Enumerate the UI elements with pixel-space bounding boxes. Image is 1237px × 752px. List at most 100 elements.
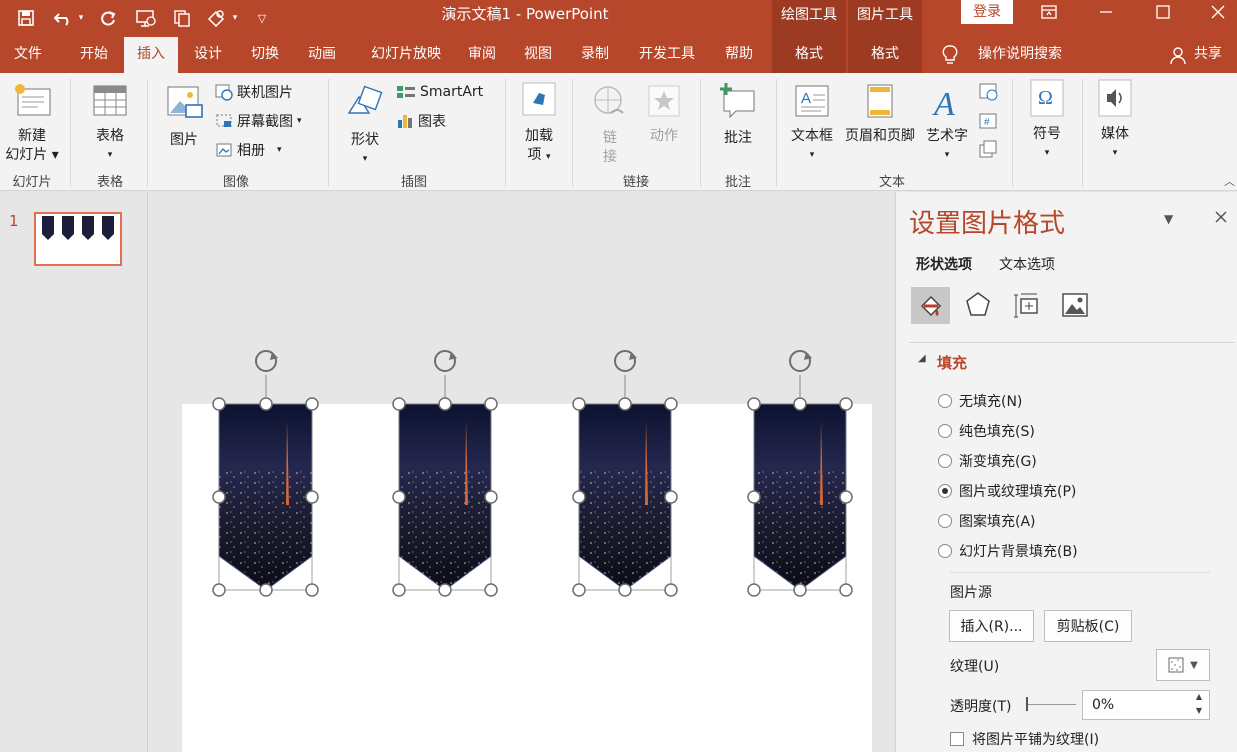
tab-home[interactable]: 开始 [66,37,122,73]
copy-format-icon[interactable] [170,5,194,31]
tab-drawing-format[interactable]: 格式 [772,37,846,73]
share-button[interactable]: 共享 [1188,37,1228,73]
tell-me-search[interactable]: 操作说明搜索 [970,37,1070,73]
resize-handle[interactable] [664,490,678,504]
screenshot-button[interactable]: 屏幕截图 ▾ [215,110,302,132]
online-pictures-button[interactable]: 联机图片 [215,81,293,103]
maximize-icon[interactable] [1141,0,1185,24]
resize-handle[interactable] [747,397,761,411]
rotate-handle-icon[interactable] [614,350,637,372]
fill-line-icon[interactable] [911,287,950,324]
fill-section-collapse-icon[interactable]: ◢ [918,353,926,364]
effects-pentagon-icon[interactable] [965,291,991,323]
resize-handle[interactable] [305,490,319,504]
resize-handle[interactable] [438,583,452,597]
fill-section-header[interactable]: 填充 [937,352,967,373]
pennant-shape-3[interactable] [572,350,678,597]
resize-handle[interactable] [392,490,406,504]
photo-album-button[interactable]: 相册 ▾ [215,139,282,161]
transparency-slider-track[interactable] [1028,704,1076,705]
close-window-icon[interactable] [1196,0,1237,24]
undo-icon[interactable] [52,5,76,31]
resize-handle[interactable] [392,583,406,597]
new-slide-button[interactable]: 新建 幻灯片 ▾ [4,83,60,165]
rotate-handle-icon[interactable] [789,350,812,372]
radio-slide-background-fill[interactable]: 幻灯片背景填充(B) [938,541,1078,561]
customize-toolbar-icon[interactable]: ▽ [250,5,274,31]
tab-review[interactable]: 审阅 [458,37,506,73]
spin-down-icon[interactable]: ▼ [1196,706,1202,715]
spin-up-icon[interactable]: ▲ [1196,692,1202,701]
slideshow-from-start-icon[interactable] [134,5,158,31]
clipboard-button[interactable]: 剪贴板(C) [1044,610,1132,642]
shapes-quick-icon[interactable] [204,5,228,31]
radio-pattern-fill[interactable]: 图案填充(A) [938,511,1036,531]
slide-number-icon[interactable]: # [978,111,998,135]
tab-view[interactable]: 视图 [514,37,562,73]
tab-picture-format[interactable]: 格式 [848,37,922,73]
texture-picker[interactable]: ▼ [1156,649,1210,681]
resize-handle[interactable] [664,397,678,411]
resize-handle[interactable] [664,583,678,597]
wordart-button[interactable]: A 艺术字 ▾ [922,83,972,165]
resize-handle[interactable] [618,583,632,597]
date-time-icon[interactable] [978,81,998,105]
save-icon[interactable] [14,5,38,31]
pennant-shape-2[interactable] [392,350,498,597]
slide-thumbnail[interactable] [34,212,122,266]
resize-handle[interactable] [839,490,853,504]
comment-button[interactable]: 批注 [714,81,762,148]
resize-handle[interactable] [212,583,226,597]
shapes-dropdown-icon[interactable]: ▾ [228,5,242,31]
resize-handle[interactable] [438,397,452,411]
tab-insert[interactable]: 插入 [124,37,178,73]
tab-slideshow[interactable]: 幻灯片放映 [358,37,454,73]
transparency-value[interactable]: 0% [1092,697,1114,713]
resize-handle[interactable] [839,397,853,411]
resize-handle[interactable] [618,397,632,411]
tab-design[interactable]: 设计 [182,37,234,73]
addins-button[interactable]: 加载 项 ▾ [514,81,564,167]
resize-handle[interactable] [305,397,319,411]
login-button[interactable]: 登录 [961,0,1013,24]
resize-handle[interactable] [392,397,406,411]
tab-text-options[interactable]: 文本选项 [999,254,1055,274]
radio-no-fill[interactable]: 无填充(N) [938,391,1022,411]
chart-button[interactable]: 图表 [396,110,446,132]
table-button[interactable]: 表格 ▾ [84,83,136,165]
smartart-button[interactable]: SmartArt [396,81,483,103]
resize-handle[interactable] [484,490,498,504]
ribbon-display-options-icon[interactable] [1027,0,1071,24]
media-button[interactable]: 媒体 ▾ [1092,79,1138,163]
redo-icon[interactable] [96,5,120,31]
tab-file[interactable]: 文件 [4,37,52,73]
collapse-ribbon-icon[interactable]: ︿ [1224,173,1235,189]
resize-handle[interactable] [572,490,586,504]
radio-picture-texture-fill[interactable]: 图片或纹理填充(P) [938,481,1076,501]
link-button[interactable]: 链 接 [588,83,632,167]
object-icon[interactable] [978,139,998,163]
action-button[interactable]: 动作 [642,83,686,146]
rotate-handle-icon[interactable] [434,350,457,372]
pane-options-dropdown-icon[interactable]: ▼ [1164,212,1173,226]
resize-handle[interactable] [572,583,586,597]
undo-dropdown-icon[interactable]: ▾ [74,5,88,31]
picture-button[interactable]: 图片 [160,83,208,150]
resize-handle[interactable] [747,583,761,597]
pennant-shape-1[interactable] [212,350,319,597]
insert-picture-button[interactable]: 插入(R)... [949,610,1034,642]
resize-handle[interactable] [572,397,586,411]
tab-transitions[interactable]: 切换 [238,37,292,73]
tab-shape-options[interactable]: 形状选项 [916,254,972,274]
tab-animations[interactable]: 动画 [295,37,349,73]
textbox-button[interactable]: A 文本框 ▾ [786,83,838,165]
resize-handle[interactable] [259,583,273,597]
tab-developer[interactable]: 开发工具 [630,37,704,73]
tab-record[interactable]: 录制 [570,37,620,73]
resize-handle[interactable] [839,583,853,597]
resize-handle[interactable] [212,397,226,411]
resize-handle[interactable] [212,490,226,504]
transparency-spinner[interactable]: 0% ▲ ▼ [1082,690,1210,720]
symbol-button[interactable]: Ω 符号 ▾ [1024,79,1070,163]
resize-handle[interactable] [484,397,498,411]
